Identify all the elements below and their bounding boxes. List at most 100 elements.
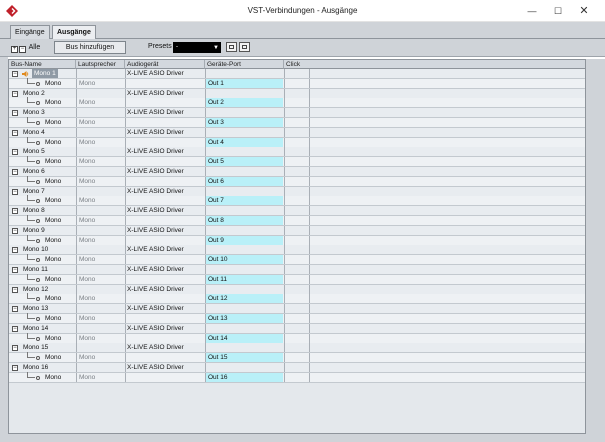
device-port[interactable]: Out 11	[206, 274, 283, 284]
device-port[interactable]: Out 5	[206, 157, 283, 167]
device-port[interactable]: Out 7	[206, 196, 283, 206]
table-row[interactable]: − Mono 4 X-LIVE ASIO Driver	[9, 127, 585, 138]
save-preset-button[interactable]	[226, 42, 237, 52]
device-name[interactable]: X-LIVE ASIO Driver	[127, 304, 184, 313]
device-name[interactable]: X-LIVE ASIO Driver	[127, 285, 184, 294]
device-port[interactable]: Out 12	[206, 294, 283, 304]
tab-eingaenge[interactable]: Eingänge	[10, 25, 50, 39]
table-row[interactable]: − Mono 16 X-LIVE ASIO Driver	[9, 363, 585, 373]
device-name[interactable]: X-LIVE ASIO Driver	[127, 147, 184, 156]
table-row[interactable]: − Mono 13 X-LIVE ASIO Driver	[9, 304, 585, 315]
table-row[interactable]: − Mono 11 X-LIVE ASIO Driver	[9, 265, 585, 275]
table-row[interactable]: − Mono 2 X-LIVE ASIO Driver	[9, 88, 585, 99]
device-name[interactable]: X-LIVE ASIO Driver	[127, 89, 184, 98]
device-port[interactable]: Out 14	[206, 333, 283, 343]
bus-name[interactable]: Mono 3	[23, 108, 45, 117]
bus-name[interactable]: Mono 11	[23, 265, 48, 274]
table-row[interactable]: Mono Mono Out 1	[9, 77, 585, 89]
collapse-icon[interactable]: −	[12, 208, 18, 215]
bus-name[interactable]: Mono 13	[23, 304, 48, 313]
table-row[interactable]: Mono Mono Out 11	[9, 273, 585, 285]
collapse-icon[interactable]: −	[12, 286, 18, 293]
collapse-icon[interactable]: −	[12, 345, 18, 352]
device-port[interactable]: Out 10	[206, 255, 283, 265]
table-row[interactable]: − Mono 5 X-LIVE ASIO Driver	[9, 147, 585, 158]
table-row[interactable]: Mono Mono Out 12	[9, 293, 585, 305]
device-name[interactable]: X-LIVE ASIO Driver	[127, 187, 184, 196]
table-row[interactable]: − Mono 7 X-LIVE ASIO Driver	[9, 186, 585, 197]
device-port[interactable]: Out 13	[206, 314, 283, 323]
collapse-icon[interactable]: −	[12, 149, 18, 156]
device-port[interactable]: Out 4	[206, 137, 283, 147]
delete-preset-button[interactable]	[239, 42, 250, 52]
collapse-icon[interactable]: −	[12, 129, 18, 136]
device-port[interactable]: Out 8	[206, 216, 283, 225]
minimize-button[interactable]: —	[520, 3, 544, 19]
table-row[interactable]: Mono Mono Out 15	[9, 352, 585, 364]
device-name[interactable]: X-LIVE ASIO Driver	[127, 226, 184, 235]
bus-name[interactable]: Mono 15	[23, 343, 48, 352]
collapse-icon[interactable]: −	[12, 169, 18, 175]
device-port[interactable]: Out 16	[206, 372, 283, 382]
table-row[interactable]: − Mono 12 X-LIVE ASIO Driver	[9, 284, 585, 295]
collapse-icon[interactable]: −	[12, 110, 18, 117]
table-row[interactable]: − Mono 15 X-LIVE ASIO Driver	[9, 343, 585, 354]
table-row[interactable]: Mono Mono Out 2	[9, 97, 585, 109]
table-row[interactable]: − Mono 8 X-LIVE ASIO Driver	[9, 206, 585, 217]
device-name[interactable]: X-LIVE ASIO Driver	[127, 343, 184, 352]
table-row[interactable]: Mono Mono Out 7	[9, 195, 585, 207]
table-row[interactable]: − Mono 1 X-LIVE ASIO Driver	[9, 69, 585, 79]
maximize-button[interactable]: ☐	[546, 3, 570, 19]
device-name[interactable]: X-LIVE ASIO Driver	[127, 108, 184, 117]
table-row[interactable]: − Mono 10 X-LIVE ASIO Driver	[9, 245, 585, 256]
table-row[interactable]: Mono Mono Out 9	[9, 234, 585, 246]
table-row[interactable]: Mono Mono Out 10	[9, 254, 585, 266]
collapse-icon[interactable]: −	[12, 188, 18, 195]
collapse-icon[interactable]: −	[12, 247, 18, 254]
device-name[interactable]: X-LIVE ASIO Driver	[127, 128, 184, 137]
device-name[interactable]: X-LIVE ASIO Driver	[127, 265, 184, 274]
device-name[interactable]: X-LIVE ASIO Driver	[127, 324, 184, 333]
device-name[interactable]: X-LIVE ASIO Driver	[127, 167, 184, 176]
device-port[interactable]: Out 6	[206, 176, 283, 186]
device-port[interactable]: Out 15	[206, 353, 283, 363]
table-row[interactable]: Mono Mono Out 14	[9, 332, 585, 344]
collapse-icon[interactable]: −	[12, 325, 18, 332]
bus-name[interactable]: Mono 1	[32, 69, 58, 78]
column-header-port[interactable]: Geräte-Port	[205, 60, 284, 69]
table-row[interactable]: − Mono 6 X-LIVE ASIO Driver	[9, 167, 585, 177]
column-header-click[interactable]: Click	[284, 60, 585, 69]
device-port[interactable]: Out 9	[206, 235, 283, 245]
collapse-icon[interactable]: −	[12, 90, 18, 97]
bus-name[interactable]: Mono 16	[23, 363, 48, 372]
presets-dropdown[interactable]: - ▼	[173, 42, 221, 53]
bus-name[interactable]: Mono 9	[23, 226, 45, 235]
device-name[interactable]: X-LIVE ASIO Driver	[127, 363, 184, 372]
table-row[interactable]: Mono Mono Out 5	[9, 156, 585, 168]
table-row[interactable]: − Mono 14 X-LIVE ASIO Driver	[9, 323, 585, 334]
tab-ausgaenge[interactable]: Ausgänge	[52, 25, 96, 40]
bus-name[interactable]: Mono 12	[23, 285, 48, 294]
collapse-icon[interactable]: −	[12, 306, 18, 313]
bus-name[interactable]: Mono 4	[23, 128, 45, 137]
device-name[interactable]: X-LIVE ASIO Driver	[127, 69, 184, 78]
table-row[interactable]: − Mono 3 X-LIVE ASIO Driver	[9, 108, 585, 119]
device-port[interactable]: Out 1	[206, 78, 283, 88]
table-row[interactable]: Mono Mono Out 6	[9, 175, 585, 187]
column-header-speaker[interactable]: Lautsprecher	[76, 60, 125, 69]
table-row[interactable]: Mono Mono Out 3	[9, 117, 585, 128]
bus-name[interactable]: Mono 2	[23, 89, 45, 98]
table-row[interactable]: Mono Mono Out 16	[9, 371, 585, 383]
device-name[interactable]: X-LIVE ASIO Driver	[127, 206, 184, 215]
table-row[interactable]: Mono Mono Out 4	[9, 136, 585, 148]
expand-icon[interactable]: +	[11, 46, 18, 53]
expand-all-control[interactable]: + − Alle	[11, 43, 40, 53]
collapse-icon[interactable]: −	[12, 365, 18, 371]
collapse-icon[interactable]: −	[19, 46, 26, 53]
column-header-device[interactable]: Audiogerät	[125, 60, 205, 69]
add-bus-button[interactable]: Bus hinzufügen	[54, 41, 126, 54]
close-button[interactable]: ✕	[572, 3, 596, 19]
device-port[interactable]: Out 3	[206, 118, 283, 127]
column-header-bus-name[interactable]: Bus-Name	[9, 60, 76, 69]
bus-name[interactable]: Mono 6	[23, 167, 45, 176]
